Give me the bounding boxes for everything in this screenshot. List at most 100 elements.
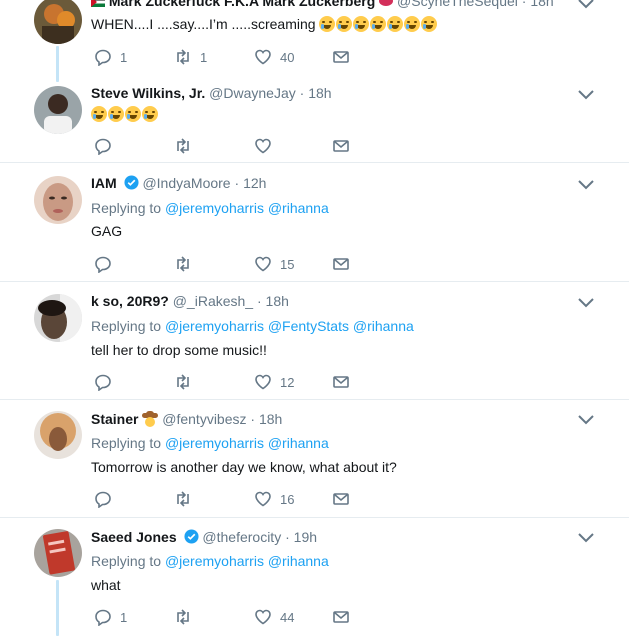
tweet-actions: 12 (94, 372, 374, 392)
retweet-button[interactable] (174, 372, 200, 392)
cowboy-emoji-icon (142, 411, 159, 427)
chevron-down-icon[interactable] (578, 415, 594, 425)
avatar[interactable] (34, 86, 82, 134)
display-name[interactable]: Saeed Jones (91, 529, 177, 545)
reply-count: 1 (120, 609, 128, 625)
retweet-button[interactable]: 1 (174, 47, 207, 67)
reply-button[interactable] (94, 372, 120, 392)
like-icon (255, 491, 271, 507)
reply-button[interactable]: 1 (94, 47, 127, 67)
like-count: 40 (280, 49, 295, 65)
handle[interactable]: @_iRakesh_ (173, 293, 253, 309)
mention-link[interactable]: @rihanna (268, 435, 329, 451)
tweet[interactable]: Mark Zuckerfuck F.K.A Mark Zuckerberg @S… (0, 0, 629, 72)
reply-button[interactable] (94, 136, 120, 156)
replying-to: Replying to @jeremyoharris @rihanna (91, 435, 329, 451)
mention-link[interactable]: @jeremyoharris (165, 553, 264, 569)
tweet-text-row: WHEN....I ....say....I’m .....screaming (91, 16, 438, 32)
avatar[interactable] (34, 529, 82, 577)
avatar[interactable] (34, 294, 82, 342)
mention-link[interactable]: @rihanna (353, 318, 414, 334)
retweet-button[interactable] (174, 489, 200, 509)
like-icon (255, 609, 271, 625)
timestamp[interactable]: 18h (259, 411, 282, 427)
mention-link[interactable]: @jeremyoharris (165, 200, 264, 216)
display-name[interactable]: k so, 20R9? (91, 293, 169, 309)
timestamp[interactable]: 18h (308, 85, 331, 101)
reply-button[interactable]: 1 (94, 607, 127, 627)
mention-link[interactable]: @jeremyoharris (165, 318, 264, 334)
reply-icon (95, 138, 111, 155)
loudly-crying-emoji (353, 16, 370, 32)
like-button[interactable]: 12 (254, 372, 294, 392)
handle[interactable]: @fentyvibesz (162, 411, 246, 427)
tweet-header: k so, 20R9? @_iRakesh_ · 18h (91, 293, 289, 309)
tweet[interactable]: k so, 20R9? @_iRakesh_ · 18h Replying to… (0, 282, 629, 399)
mention-link[interactable]: @jeremyoharris (165, 435, 264, 451)
message-button[interactable] (332, 607, 350, 627)
handle[interactable]: @theferocity (202, 529, 281, 545)
chevron-down-icon[interactable] (578, 298, 594, 308)
like-button[interactable]: 15 (254, 254, 294, 274)
tweet-actions: 1 44 (94, 607, 374, 627)
like-button[interactable]: 40 (254, 47, 294, 67)
retweet-button[interactable] (174, 254, 200, 274)
loudly-crying-emoji (387, 16, 404, 32)
handle[interactable]: @ScyneTheSequel (397, 0, 518, 9)
tweet-text: Tomorrow is another day we know, what ab… (91, 459, 397, 475)
tweet[interactable]: Steve Wilkins, Jr. @DwayneJay · 18h (0, 72, 629, 162)
chevron-down-icon[interactable] (578, 0, 594, 9)
display-name[interactable]: IAM (91, 175, 117, 191)
timestamp[interactable]: 19h (294, 529, 317, 545)
tweet[interactable]: Stainer @fentyvibesz · 18h Replying to @… (0, 400, 629, 517)
loudly-crying-emoji (404, 16, 421, 32)
tweet[interactable]: Saeed Jones @theferocity · 19h Replying … (0, 518, 629, 636)
reply-button[interactable] (94, 254, 120, 274)
message-button[interactable] (332, 254, 350, 274)
reply-icon (95, 49, 111, 66)
display-name[interactable]: Mark Zuckerfuck F.K.A Mark Zuckerberg (109, 0, 375, 9)
like-button[interactable] (254, 136, 280, 156)
retweet-button[interactable] (174, 136, 200, 156)
mention-link[interactable]: @FentyStats (268, 318, 349, 334)
avatar[interactable] (34, 0, 82, 44)
like-count: 12 (280, 374, 295, 390)
handle[interactable]: @IndyaMoore (142, 175, 230, 191)
chevron-down-icon[interactable] (578, 533, 594, 543)
tweet[interactable]: IAM @IndyaMoore · 12h Replying to @jerem… (0, 163, 629, 280)
crying-laughing-emoji (125, 106, 141, 122)
timestamp[interactable]: 18h (266, 293, 289, 309)
verified-badge-icon (183, 529, 199, 544)
timestamp[interactable]: 18h (530, 0, 553, 9)
loudly-crying-emoji (421, 16, 438, 32)
like-button[interactable]: 16 (254, 489, 294, 509)
like-button[interactable]: 44 (254, 607, 294, 627)
tweet-text: what (91, 577, 121, 593)
avatar[interactable] (34, 411, 82, 459)
timestamp[interactable]: 12h (243, 175, 266, 191)
chevron-down-icon[interactable] (578, 180, 594, 190)
tweet-header: Mark Zuckerfuck F.K.A Mark Zuckerberg @S… (91, 0, 554, 9)
like-count: 15 (280, 256, 295, 272)
message-icon (333, 493, 349, 505)
retweet-button[interactable] (174, 607, 200, 627)
crying-laughing-emoji (142, 106, 158, 122)
reply-button[interactable] (94, 489, 120, 509)
handle[interactable]: @DwayneJay (209, 85, 296, 101)
mention-link[interactable]: @rihanna (268, 553, 329, 569)
display-name[interactable]: Stainer (91, 411, 138, 427)
retweet-count: 1 (200, 49, 208, 65)
tweet-actions: 16 (94, 489, 374, 509)
message-button[interactable] (332, 372, 350, 392)
like-icon (255, 49, 271, 65)
tweet-header: Saeed Jones @theferocity · 19h (91, 529, 318, 545)
mention-link[interactable]: @rihanna (268, 200, 329, 216)
message-button[interactable] (332, 489, 350, 509)
display-name[interactable]: Steve Wilkins, Jr. (91, 85, 205, 101)
avatar[interactable] (34, 176, 82, 224)
message-button[interactable] (332, 136, 350, 156)
loudly-crying-emoji (319, 16, 336, 32)
chevron-down-icon[interactable] (578, 90, 594, 100)
message-button[interactable] (332, 47, 350, 67)
crying-laughing-emoji (91, 106, 107, 122)
